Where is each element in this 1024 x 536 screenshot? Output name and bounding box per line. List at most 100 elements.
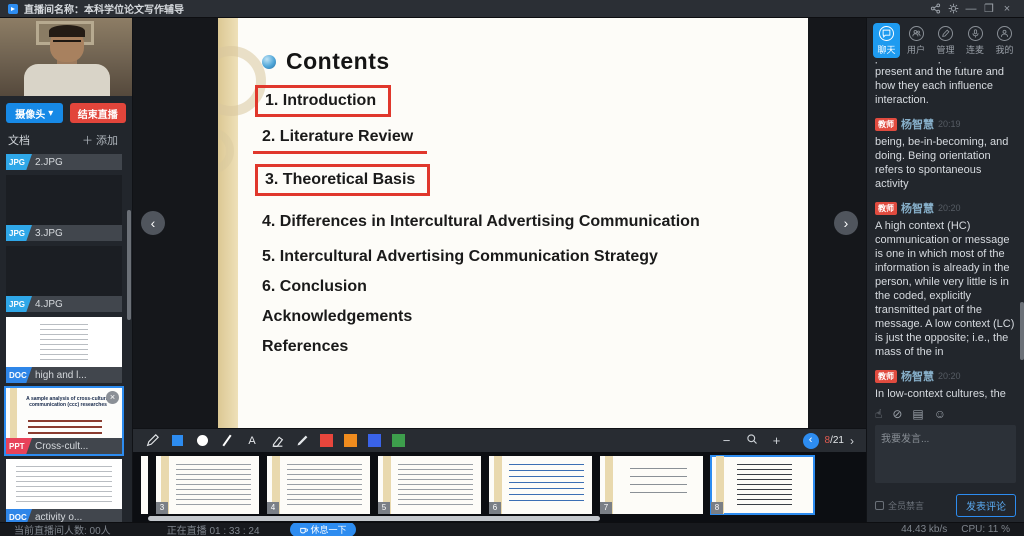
filmstrip-scrollbar[interactable] bbox=[148, 516, 600, 521]
presenter-silhouette bbox=[24, 64, 110, 96]
slide-item: 4. Differences in Intercultural Advertis… bbox=[262, 206, 742, 237]
slide-thumbnail[interactable]: 4 bbox=[267, 456, 370, 514]
annotation-toolbar: A − + ‹ 8/21 bbox=[133, 428, 866, 452]
send-comment-button[interactable]: 发表评论 bbox=[956, 494, 1016, 517]
presentation-area: Contents 1. Introduction 2. Literature R… bbox=[133, 18, 866, 522]
current-slide: Contents 1. Introduction 2. Literature R… bbox=[218, 18, 808, 428]
text-tool-icon[interactable]: A bbox=[245, 434, 259, 448]
slide-filmstrip[interactable]: 3 4 5 6 7 8 bbox=[133, 452, 866, 522]
slide-item: References bbox=[262, 337, 742, 357]
settings-gear-icon[interactable] bbox=[944, 0, 962, 18]
add-document-button[interactable]: ＋ 添加 bbox=[76, 131, 124, 149]
tab-mine[interactable]: 我的 bbox=[991, 23, 1018, 58]
line-tool-icon[interactable] bbox=[220, 434, 234, 448]
file-type-badge: DOC bbox=[6, 509, 32, 522]
chat-message: 教师杨智慧20:20 In low-context cultures, the bbox=[875, 368, 1016, 401]
chevron-down-icon: ▾ bbox=[48, 108, 53, 119]
minimize-button[interactable]: — bbox=[962, 0, 980, 18]
tab-manage[interactable]: 管理 bbox=[932, 23, 959, 58]
close-file-icon[interactable]: × bbox=[106, 391, 119, 404]
slide-title: Contents bbox=[286, 48, 390, 75]
slide-item-annotated-box: 1. Introduction bbox=[255, 85, 391, 117]
marker-tool-icon[interactable] bbox=[295, 434, 309, 448]
color-swatch-red[interactable] bbox=[320, 434, 333, 447]
share-icon[interactable] bbox=[926, 0, 944, 18]
ellipse-tool-icon[interactable] bbox=[195, 434, 209, 448]
next-slide-button[interactable]: › bbox=[834, 211, 858, 235]
chat-message: 教师杨智慧20:18 cultures differ is in the val… bbox=[875, 62, 1016, 107]
rest-button[interactable]: 休息一下 bbox=[290, 522, 356, 536]
file-item[interactable]: DOCactivity o... bbox=[6, 459, 122, 522]
file-name: Cross-cult... bbox=[35, 441, 88, 452]
titlebar: 直播间名称：本科学位论文写作辅导 — ❐ × bbox=[0, 0, 1024, 18]
slide-thumbnail[interactable]: 3 bbox=[156, 456, 259, 514]
file-thumbnail bbox=[6, 175, 122, 225]
room-title: 直播间名称：本科学位论文写作辅导 bbox=[24, 1, 184, 16]
slide-thumbnail-partial[interactable] bbox=[141, 456, 148, 514]
ban-icon[interactable]: ⊘ bbox=[892, 407, 902, 421]
cpu-stat: CPU: 11 % bbox=[961, 524, 1010, 535]
maximize-button[interactable]: ❐ bbox=[980, 0, 998, 18]
file-item-selected[interactable]: A sample analysis of cross-cultural comm… bbox=[6, 388, 122, 454]
slide-item-annotated-box: 3. Theoretical Basis bbox=[255, 164, 430, 196]
person-icon bbox=[997, 26, 1012, 41]
slide-item: 6. Conclusion bbox=[262, 277, 742, 297]
tab-users[interactable]: 用户 bbox=[903, 23, 930, 58]
slide-thumbnail-selected[interactable]: 8 bbox=[711, 456, 814, 514]
live-stream-app-window: 直播间名称：本科学位论文写作辅导 — ❐ × 摄像头▾ 结束直播 bbox=[0, 0, 1024, 536]
color-swatch-blue[interactable] bbox=[368, 434, 381, 447]
slide-canvas: Contents 1. Introduction 2. Literature R… bbox=[133, 18, 866, 428]
microphone-icon bbox=[968, 26, 983, 41]
zoom-out-button[interactable]: − bbox=[720, 433, 734, 448]
file-name: 3.JPG bbox=[35, 228, 63, 239]
emoji-icon[interactable]: ☺ bbox=[934, 407, 946, 421]
page-indicator: 8/21 bbox=[825, 435, 844, 446]
status-bar: 当前直播间人数: 00人 正在直播 01 : 33 : 24 休息一下 44.4… bbox=[0, 522, 1024, 536]
image-card-icon[interactable]: ▤ bbox=[912, 407, 923, 421]
rectangle-tool-icon[interactable] bbox=[170, 434, 184, 448]
file-type-badge: JPG bbox=[6, 296, 32, 312]
chat-input[interactable] bbox=[875, 425, 1016, 483]
color-swatch-orange[interactable] bbox=[344, 434, 357, 447]
slide-thumbnail[interactable]: 7 bbox=[600, 456, 703, 514]
slide-thumbnail[interactable]: 6 bbox=[489, 456, 592, 514]
slide-thumbnail[interactable]: 5 bbox=[378, 456, 481, 514]
chat-message-list[interactable]: "There are but two races of humankind: t… bbox=[867, 62, 1024, 403]
app-logo-icon bbox=[8, 4, 18, 14]
chat-bubble-icon bbox=[879, 26, 894, 41]
left-sidebar: 摄像头▾ 结束直播 文档 ＋ 添加 JPG2.JPG JPG3.JPG JPG4… bbox=[0, 18, 133, 522]
file-item[interactable]: JPG2.JPG bbox=[6, 154, 122, 170]
slide-item-annotated-underline: 2. Literature Review bbox=[253, 127, 427, 154]
file-type-badge: JPG bbox=[6, 154, 32, 170]
magnifier-icon[interactable] bbox=[745, 433, 759, 448]
pen-tool-icon[interactable] bbox=[145, 434, 159, 448]
file-list-scrollbar[interactable] bbox=[127, 210, 131, 320]
live-duration: 正在直播 01 : 33 : 24 bbox=[167, 522, 260, 536]
file-type-badge: PPT bbox=[6, 438, 32, 454]
close-button[interactable]: × bbox=[998, 0, 1016, 18]
file-thumbnail bbox=[6, 317, 122, 367]
webcam-video bbox=[0, 18, 132, 96]
end-live-button[interactable]: 结束直播 bbox=[70, 103, 127, 123]
file-item[interactable]: JPG3.JPG bbox=[6, 175, 122, 241]
mute-all-checkbox[interactable]: 全员禁言 bbox=[875, 499, 924, 512]
tab-mic-link[interactable]: 连麦 bbox=[962, 23, 989, 58]
file-thumbnail: A sample analysis of cross-cultural comm… bbox=[6, 388, 122, 438]
zoom-in-button[interactable]: + bbox=[770, 433, 784, 448]
file-name: 4.JPG bbox=[35, 299, 63, 310]
page-next-button[interactable]: › bbox=[850, 434, 854, 448]
previous-slide-button[interactable]: ‹ bbox=[141, 211, 165, 235]
point-hand-icon[interactable]: ☝ bbox=[875, 407, 882, 421]
color-swatch-green[interactable] bbox=[392, 434, 405, 447]
eraser-tool-icon[interactable] bbox=[270, 434, 284, 448]
file-item[interactable]: JPG4.JPG bbox=[6, 246, 122, 312]
file-thumbnail bbox=[6, 459, 122, 509]
document-list[interactable]: JPG2.JPG JPG3.JPG JPG4.JPG DOChigh and l… bbox=[0, 154, 132, 522]
camera-button[interactable]: 摄像头▾ bbox=[6, 103, 63, 123]
file-item[interactable]: DOChigh and l... bbox=[6, 317, 122, 383]
teacher-badge: 教师 bbox=[875, 370, 897, 383]
chat-scrollbar[interactable] bbox=[1020, 302, 1024, 360]
file-name: activity o... bbox=[35, 512, 82, 523]
page-prev-button[interactable]: ‹ bbox=[803, 433, 819, 449]
tab-chat[interactable]: 聊天 bbox=[873, 23, 900, 58]
